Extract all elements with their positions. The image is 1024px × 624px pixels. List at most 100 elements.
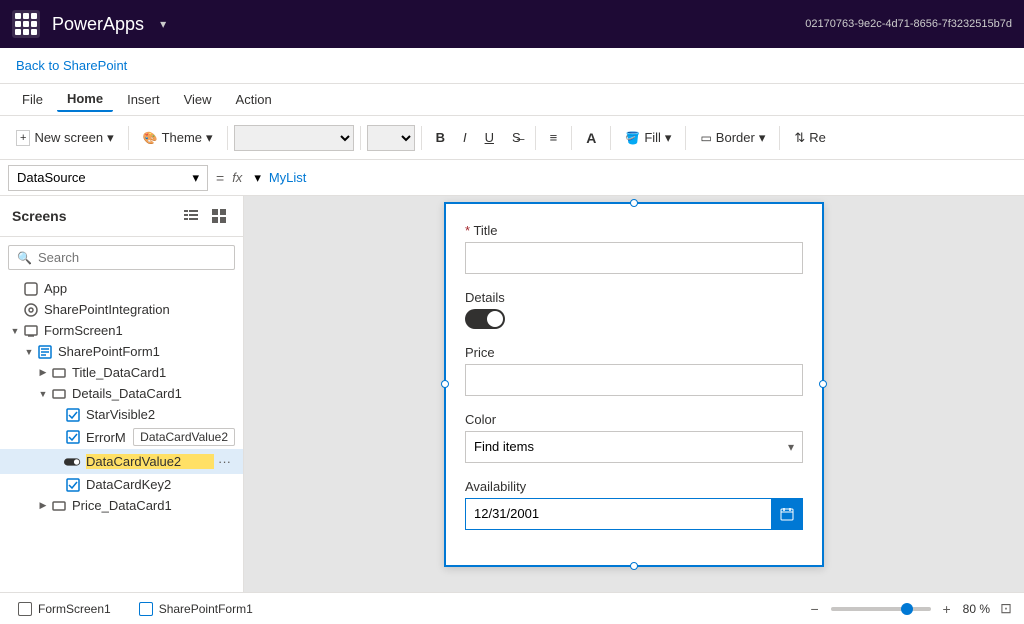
handle-right[interactable] [819, 380, 827, 388]
title-label-text: Title [473, 223, 497, 238]
reorder-button[interactable]: ⇅ Re [786, 126, 834, 150]
tenant-id: 02170763-9e2c-4d71-8656-7f3232515b7d [805, 18, 1012, 30]
sidebar: Screens 🔍 [0, 196, 244, 592]
tree-arrow-formscreen1: ▼ [8, 326, 22, 336]
main-layout: Screens 🔍 [0, 196, 1024, 592]
tree-item-starvisible2[interactable]: StarVisible2 [0, 404, 243, 425]
back-to-sharepoint-link[interactable]: Back to SharePoint [16, 58, 127, 73]
tree-item-datacardkey2[interactable]: DataCardKey2 [0, 474, 243, 495]
handle-left[interactable] [441, 380, 449, 388]
menu-home[interactable]: Home [57, 87, 113, 112]
color-dropdown[interactable]: Find items ▾ [465, 431, 803, 463]
toggle-container [465, 309, 803, 329]
handle-bottom[interactable] [630, 562, 638, 570]
tree-item-details-datacard1[interactable]: ▼ Details_DataCard1 [0, 383, 243, 404]
zoom-fit-button[interactable]: ⊡ [996, 599, 1016, 619]
app-icon [22, 282, 40, 296]
align-button[interactable]: ≡ [542, 126, 566, 149]
tree-label-spform1: SharePointForm1 [58, 344, 235, 359]
menu-file[interactable]: File [12, 88, 53, 111]
zoom-plus-button[interactable]: + [937, 599, 957, 619]
strikethrough-button[interactable]: S̶ [504, 126, 529, 149]
formula-selector[interactable]: DataSource ▾ [8, 165, 208, 191]
sidebar-header: Screens [0, 196, 243, 237]
menu-view[interactable]: View [174, 88, 222, 111]
tree-arrow-detailsdc: ▼ [36, 389, 50, 399]
price-input[interactable] [465, 364, 803, 396]
dropdown-arrow-icon: ▾ [788, 440, 794, 454]
details-toggle[interactable] [465, 309, 505, 329]
formula-input[interactable] [269, 170, 1016, 185]
theme-button[interactable]: 🎨 Theme ▾ [135, 126, 221, 150]
tree-item-sharepointform1[interactable]: ▼ SharePointForm1 [0, 341, 243, 362]
control-icon-dck2 [64, 478, 82, 492]
form-icon [36, 345, 54, 359]
toolbar-divider-2 [227, 126, 228, 150]
app-launcher[interactable] [12, 10, 40, 38]
tree-item-price-datacard1[interactable]: ▶ Price_DataCard1 [0, 495, 243, 516]
underline-button[interactable]: U [477, 126, 502, 149]
fill-icon: 🪣 [625, 131, 640, 145]
sp-icon [22, 303, 40, 317]
handle-top[interactable] [630, 199, 638, 207]
italic-button[interactable]: I [455, 126, 475, 149]
menu-insert[interactable]: Insert [117, 88, 170, 111]
theme-label: Theme [162, 130, 202, 145]
list-view-icon[interactable] [179, 204, 203, 228]
tree-label-dck2: DataCardKey2 [86, 477, 235, 492]
border-label: Border [716, 130, 755, 145]
date-picker-button[interactable] [771, 498, 803, 530]
app-name: PowerApps [52, 14, 144, 35]
tab-sharepointform1[interactable]: SharePointForm1 [129, 598, 263, 620]
tab-spform1-label: SharePointForm1 [159, 602, 253, 616]
zoom-controls: − + 80 % ⊡ [805, 599, 1016, 619]
price-label: Price [465, 345, 803, 360]
title-required-star: * [465, 223, 470, 238]
menu-action[interactable]: Action [226, 88, 282, 111]
font-family-select[interactable] [234, 125, 354, 151]
formula-caret: ▾ [254, 170, 261, 186]
form-card: * Title Details Price [444, 202, 824, 567]
back-bar: Back to SharePoint [0, 48, 1024, 84]
tree-item-errormessage[interactable]: ErrorM DataCardValue2 [0, 425, 243, 449]
new-screen-icon: + [16, 130, 30, 146]
bold-button[interactable]: B [428, 126, 453, 149]
font-color-button[interactable]: A [578, 126, 604, 150]
tree-item-formscreen1[interactable]: ▼ FormScreen1 [0, 320, 243, 341]
color-field: Color Find items ▾ [465, 412, 803, 463]
app-caret[interactable]: ▾ [160, 17, 166, 31]
title-input[interactable] [465, 242, 803, 274]
zoom-slider[interactable] [831, 607, 931, 611]
screen-icon [22, 324, 40, 338]
tab-screen-icon [18, 602, 32, 616]
tree-label-formscreen1: FormScreen1 [44, 323, 235, 338]
search-input[interactable] [38, 250, 226, 265]
toolbar-divider-9 [779, 126, 780, 150]
fill-button[interactable]: 🪣 Fill ▾ [617, 126, 679, 150]
date-input[interactable] [465, 498, 771, 530]
formula-bar: DataSource ▾ = fx ▾ [0, 160, 1024, 196]
sidebar-icons [179, 204, 231, 228]
formula-fx-button[interactable]: fx [232, 170, 242, 185]
formula-selector-text: DataSource [17, 170, 86, 185]
font-color-icon: A [586, 130, 596, 146]
toolbar-divider-4 [421, 126, 422, 150]
datacard3-icon [50, 499, 68, 513]
tab-formscreen1[interactable]: FormScreen1 [8, 598, 121, 620]
zoom-minus-button[interactable]: − [805, 599, 825, 619]
tree-item-app[interactable]: App [0, 278, 243, 299]
control-icon-sv2 [64, 408, 82, 422]
price-field: Price [465, 345, 803, 396]
toolbar-divider-5 [535, 126, 536, 150]
border-button[interactable]: ▭ Border ▾ [692, 126, 773, 150]
new-screen-button[interactable]: + New screen ▾ [8, 126, 122, 150]
font-size-select[interactable] [367, 125, 415, 151]
tree-item-sharepoint-integration[interactable]: SharePointIntegration [0, 299, 243, 320]
tree-item-datacardvalue2[interactable]: DataCardValue2 ··· [0, 449, 243, 474]
color-dropdown-value: Find items [474, 439, 534, 454]
three-dots-dcv2[interactable]: ··· [214, 452, 235, 471]
grid-view-icon[interactable] [207, 204, 231, 228]
tree-item-title-datacard1[interactable]: ▶ Title_DataCard1 [0, 362, 243, 383]
search-box: 🔍 [8, 245, 235, 270]
date-input-container [465, 498, 803, 530]
